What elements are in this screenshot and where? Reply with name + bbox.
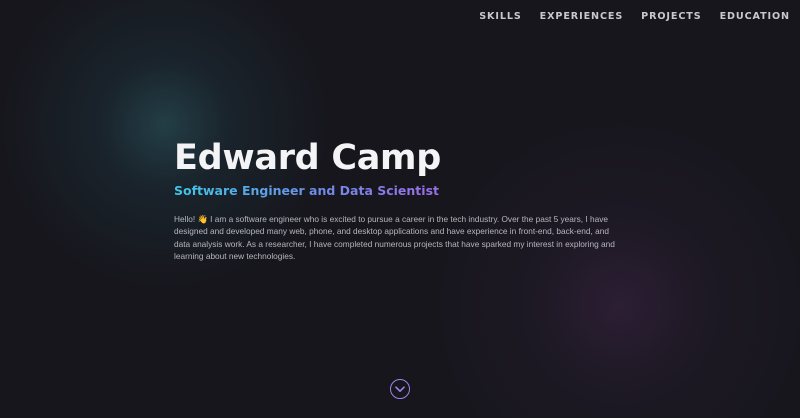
nav-link-experiences[interactable]: EXPERIENCES [540, 11, 623, 23]
portfolio-page: SKILLS EXPERIENCES PROJECTS EDUCATION Ed… [0, 0, 800, 418]
chevron-down-icon [395, 385, 405, 392]
hero-intro: Hello! 👋 I am a software engineer who is… [174, 214, 615, 262]
hero-section: Edward Camp Software Engineer and Data S… [174, 136, 634, 263]
hero-subtitle: Software Engineer and Data Scientist [174, 183, 439, 198]
nav-link-skills[interactable]: SKILLS [479, 11, 521, 23]
hero-name: Edward Camp [174, 138, 441, 178]
nav-link-education[interactable]: EDUCATION [720, 11, 790, 23]
top-nav: SKILLS EXPERIENCES PROJECTS EDUCATION [479, 11, 790, 23]
nav-link-projects[interactable]: PROJECTS [641, 11, 701, 23]
scroll-down-button[interactable] [390, 379, 410, 399]
